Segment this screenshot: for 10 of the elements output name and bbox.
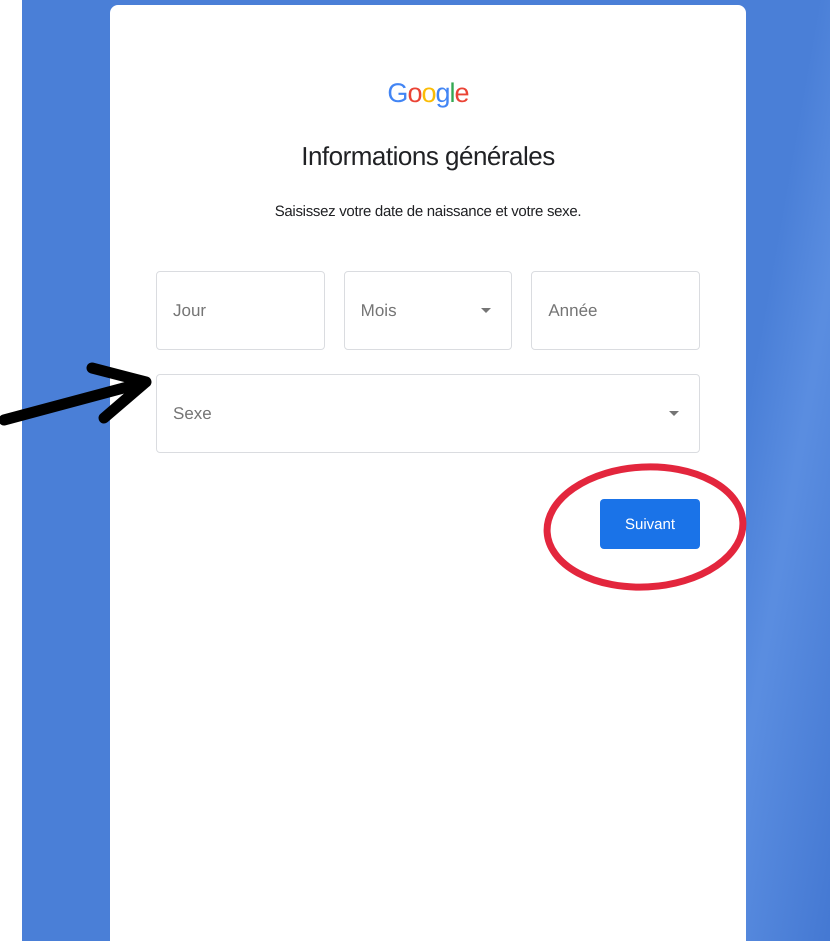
google-logo: Google: [387, 77, 469, 109]
page-subtitle: Saisissez votre date de naissance et votre sexe.: [274, 203, 582, 220]
page-title: Informations générales: [301, 141, 555, 172]
next-button[interactable]: Suivant: [600, 499, 700, 549]
select-field[interactable]: Mois: [344, 271, 512, 350]
caret-icon: [481, 308, 492, 313]
caret-icon: [669, 411, 679, 416]
select-field[interactable]: Sexe: [156, 374, 700, 453]
input-field[interactable]: Année: [531, 271, 700, 350]
input-field[interactable]: Jour: [156, 271, 325, 350]
